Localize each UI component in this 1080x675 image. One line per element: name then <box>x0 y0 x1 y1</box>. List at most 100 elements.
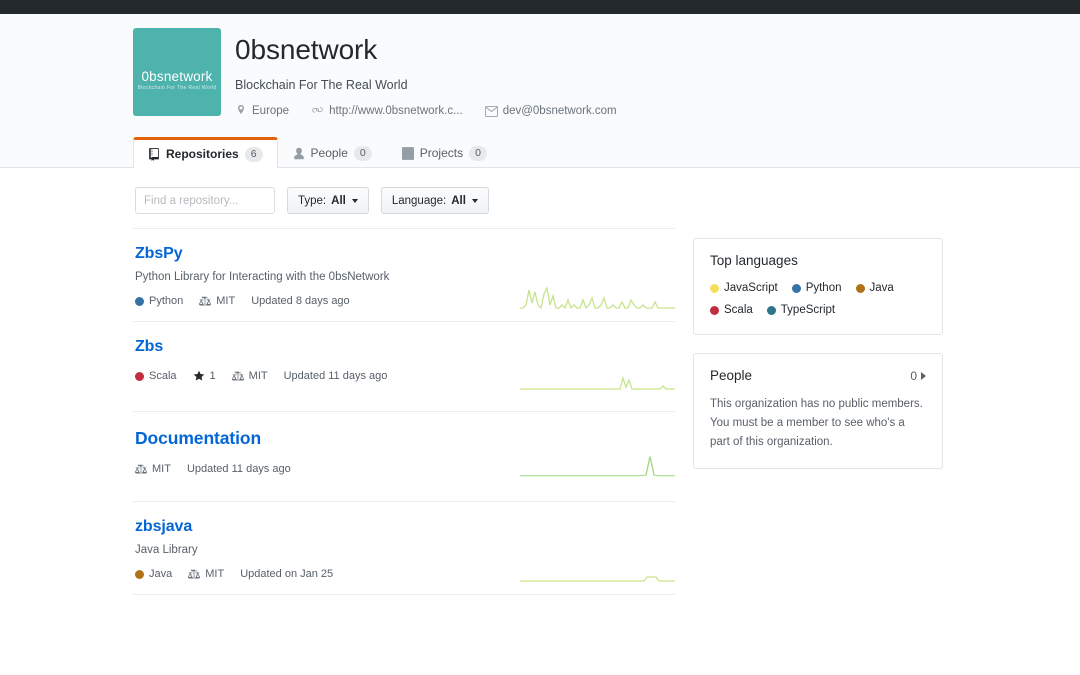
language-filter-button[interactable]: Language: All <box>380 187 489 214</box>
repo-language: Scala <box>135 370 177 382</box>
tab-repositories-label: Repositories <box>166 147 239 161</box>
language-filter-value: All <box>451 194 466 207</box>
repo-stars-count: 1 <box>209 370 216 382</box>
org-avatar: 0bsnetwork Blockchain For The Real World <box>133 28 221 116</box>
global-header-bar <box>0 0 1080 14</box>
language-chip-label: Python <box>805 282 842 294</box>
people-card: People 0 This organization has no public… <box>693 353 943 469</box>
language-chip-java[interactable]: Java <box>855 280 894 296</box>
repo-updated: Updated 11 days ago <box>186 463 291 475</box>
repo-link[interactable]: Documentation <box>135 428 261 449</box>
people-count: 0 <box>910 368 917 383</box>
top-languages-card: Top languages JavaScript Python Java Sca… <box>693 238 943 335</box>
person-icon <box>293 147 305 160</box>
tab-repositories[interactable]: Repositories 6 <box>133 137 278 168</box>
language-chip-label: JavaScript <box>724 282 778 294</box>
language-color-dot <box>135 569 144 579</box>
law-scale-icon <box>135 463 147 475</box>
search-input[interactable] <box>135 187 275 214</box>
repo-license: MIT <box>135 463 171 475</box>
org-website-link[interactable]: http://www.0bsnetwork.c... <box>329 105 463 117</box>
language-chip-label: TypeScript <box>780 304 836 316</box>
repo-description: Python Library for Interacting with the … <box>135 271 390 283</box>
repo-license-label: MIT <box>205 568 225 580</box>
chevron-down-icon <box>471 198 478 203</box>
table-row: Documentation MIT Updated 11 days ago <box>133 411 675 501</box>
org-email-link[interactable]: dev@0bsnetwork.com <box>503 105 617 117</box>
people-card-title: People <box>710 368 753 383</box>
repo-description: Java Library <box>135 544 198 556</box>
language-filter-label: Language: <box>391 194 447 207</box>
repo-language: Python <box>135 295 183 307</box>
mail-icon <box>484 105 498 117</box>
language-color-dot <box>135 371 144 381</box>
org-email[interactable]: dev@0bsnetwork.com <box>484 105 617 117</box>
chevron-right-icon <box>921 371 926 380</box>
repo-link[interactable]: Zbs <box>135 338 163 356</box>
language-color-dot <box>855 283 865 293</box>
law-scale-icon <box>188 568 201 580</box>
language-chip-typescript[interactable]: TypeScript <box>766 302 836 318</box>
tab-people-count: 0 <box>353 145 372 161</box>
law-scale-icon <box>199 295 212 307</box>
repo-license: MIT <box>199 295 235 307</box>
repository-list: ZbsPy Python Library for Interacting wit… <box>133 228 675 595</box>
top-languages-list: JavaScript Python Java Scala TypeScript <box>710 280 926 318</box>
link-icon <box>311 105 324 117</box>
org-description: Blockchain For The Real World <box>235 78 408 92</box>
tab-people-label: People <box>310 146 348 160</box>
commit-activity-sparkline <box>520 452 675 486</box>
repo-link[interactable]: zbsjava <box>135 518 192 536</box>
org-website[interactable]: http://www.0bsnetwork.c... <box>311 105 463 117</box>
table-row: zbsjava Java Library Java MIT Updated on… <box>133 501 675 595</box>
repo-license-label: MIT <box>248 370 268 382</box>
repo-stars[interactable]: 1 <box>193 370 216 382</box>
tab-projects-count: 0 <box>469 145 487 161</box>
star-icon <box>193 370 205 382</box>
repo-link[interactable]: ZbsPy <box>135 245 183 263</box>
repo-license-label: MIT <box>216 295 236 307</box>
org-location: Europe <box>235 105 289 117</box>
repo-language: Java <box>135 568 172 580</box>
language-chip-javascript[interactable]: JavaScript <box>710 280 778 296</box>
chevron-down-icon <box>351 198 358 203</box>
tab-repositories-count: 6 <box>244 146 263 162</box>
org-meta: Europe http://www.0bsnetwork.c... dev@0b… <box>235 105 617 117</box>
people-card-header: People 0 <box>710 368 926 383</box>
org-name: 0bsnetwork <box>235 34 378 65</box>
repo-updated: Updated 11 days ago <box>283 370 388 382</box>
language-color-dot <box>710 305 719 315</box>
tab-people[interactable]: People 0 <box>278 137 387 168</box>
commit-activity-sparkline <box>520 366 675 392</box>
language-chip-python[interactable]: Python <box>791 280 842 296</box>
repo-language-label: Scala <box>149 370 177 382</box>
language-color-dot <box>135 296 144 306</box>
law-scale-icon <box>231 370 244 382</box>
people-count-link[interactable]: 0 <box>910 369 926 383</box>
language-color-dot <box>710 283 719 293</box>
repo-language-label: Python <box>149 295 184 307</box>
commit-activity-sparkline <box>520 558 675 584</box>
type-filter-value: All <box>331 194 346 207</box>
repo-updated: Updated 8 days ago <box>251 295 350 307</box>
language-chip-label: Java <box>869 282 894 294</box>
language-chip-scala[interactable]: Scala <box>710 302 753 318</box>
repo-license-label: MIT <box>152 463 171 475</box>
language-color-dot <box>791 283 801 293</box>
sidebar: Top languages JavaScript Python Java Sca… <box>693 238 943 469</box>
tab-projects-label: Projects <box>419 146 464 160</box>
repo-license: MIT <box>188 568 224 580</box>
table-row: Zbs Scala 1 MIT Updated 11 days ago <box>133 321 675 411</box>
tab-projects[interactable]: Projects 0 <box>387 137 502 168</box>
top-languages-title: Top languages <box>710 253 798 268</box>
location-pin-icon <box>235 105 247 117</box>
repo-updated: Updated on Jan 25 <box>240 568 334 580</box>
org-tabs: Repositories 6 People 0 Projects 0 <box>133 137 502 168</box>
language-color-dot <box>766 305 776 315</box>
repo-language-label: Java <box>149 568 173 580</box>
type-filter-button[interactable]: Type: All <box>287 187 369 214</box>
repo-icon <box>148 147 160 161</box>
org-location-text: Europe <box>252 105 290 117</box>
people-empty-message: This organization has no public members.… <box>710 398 923 448</box>
repository-filter-bar: Type: All Language: All <box>135 187 489 214</box>
